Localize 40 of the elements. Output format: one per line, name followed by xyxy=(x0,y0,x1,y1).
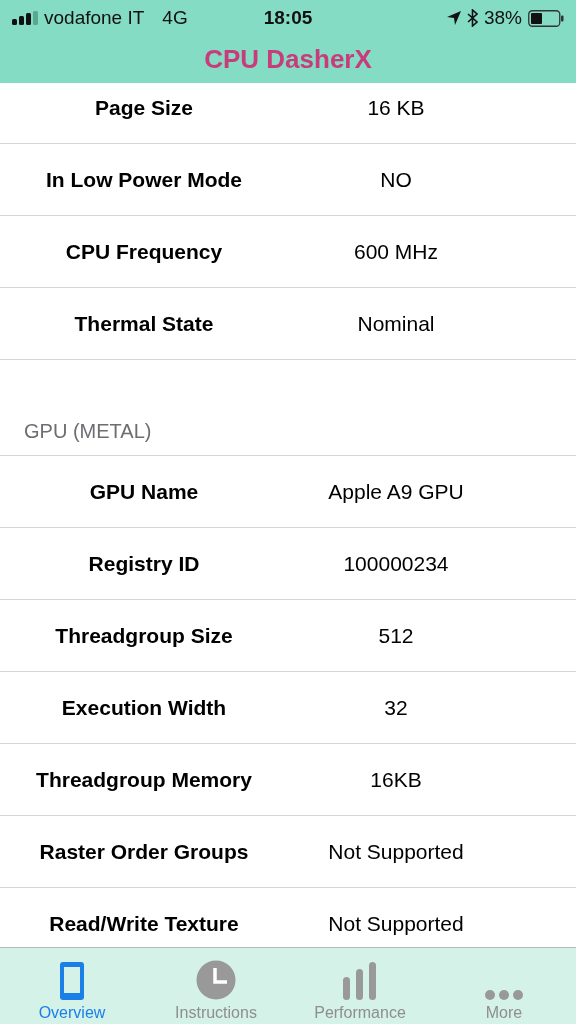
row-label: Threadgroup Size xyxy=(54,623,234,648)
row-label: Page Size xyxy=(93,95,195,120)
row-value: 600 MHz xyxy=(353,239,439,264)
bluetooth-icon xyxy=(466,9,478,27)
row-value: Apple A9 GPU xyxy=(327,479,465,504)
tab-item[interactable]: Performance xyxy=(288,948,432,1024)
network-type: 4G xyxy=(162,7,188,29)
carrier-name: vodafone IT xyxy=(44,7,145,29)
row-value: 512 xyxy=(377,623,415,648)
row-value: 32 xyxy=(383,695,409,720)
row-label: Execution Width xyxy=(60,695,228,720)
row-label: In Low Power Mode xyxy=(45,167,243,192)
app-title: CPU DasherX xyxy=(204,44,372,75)
more-dots-icon xyxy=(485,990,523,1000)
row-label: Read/Write Texture xyxy=(48,911,240,936)
location-arrow-icon xyxy=(446,11,461,25)
row-value: 100000234 xyxy=(342,551,450,576)
tab-item[interactable]: Instructions xyxy=(144,948,288,1024)
row-value: Not Supported xyxy=(327,911,465,936)
section-header: GPU (METAL) xyxy=(24,420,152,443)
row-value: Nominal xyxy=(356,311,436,336)
row-value: 16 KB xyxy=(366,95,426,120)
row-label: Threadgroup Memory xyxy=(35,767,253,792)
row-label: Thermal State xyxy=(73,311,215,336)
battery-percent: 38% xyxy=(483,7,522,29)
row-value: NO xyxy=(379,167,413,192)
row-label: Raster Order Groups xyxy=(38,839,250,864)
signal-icon xyxy=(12,11,38,25)
bar-chart-icon xyxy=(343,962,377,1000)
row-label: Registry ID xyxy=(87,551,201,576)
row-label: CPU Frequency xyxy=(64,239,224,264)
row-value: 16KB xyxy=(369,767,423,792)
clock-icon xyxy=(196,960,236,1000)
phone-icon xyxy=(60,962,84,1000)
tab-item[interactable]: Overview xyxy=(0,948,144,1024)
row-label: GPU Name xyxy=(88,479,200,504)
clock-time: 18:05 xyxy=(263,7,313,29)
row-value: Not Supported xyxy=(327,839,465,864)
battery-icon xyxy=(528,9,564,27)
tab-item[interactable]: More xyxy=(432,948,576,1024)
